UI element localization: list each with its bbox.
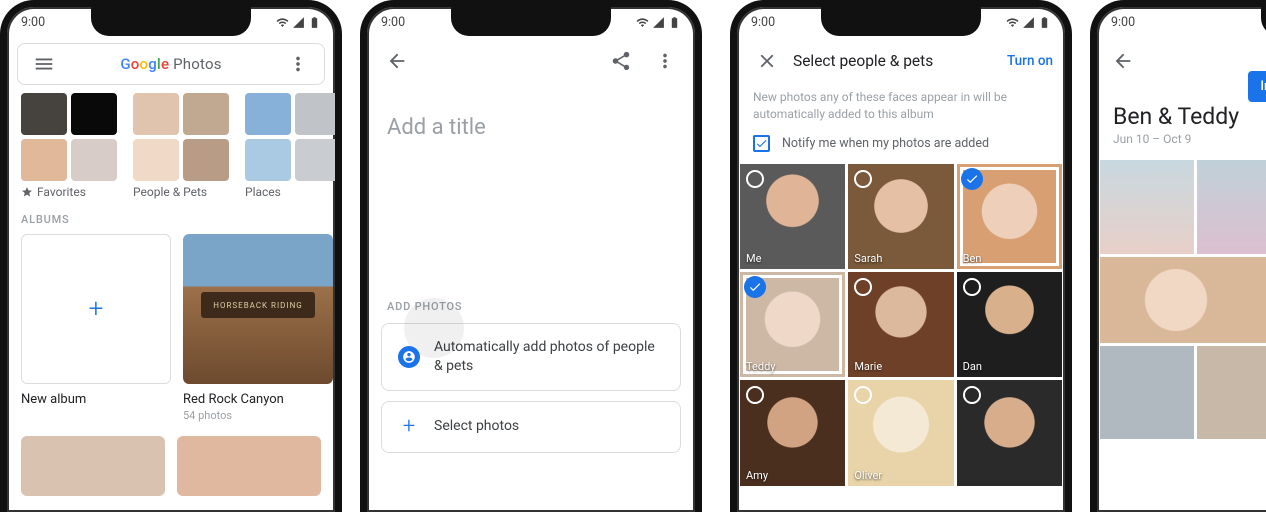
select-ring-icon [854,170,872,188]
status-icons [636,16,681,29]
face-tile-marie[interactable]: Marie [848,272,953,377]
status-time: 9:00 [751,15,775,30]
face-name: Marie [854,360,882,373]
album-subtitle: 54 photos [183,409,333,422]
category-people-pets[interactable]: People & Pets [133,93,229,199]
face-tile-teddy[interactable]: Teddy [740,272,845,377]
phone-google-photos-home: 9:00 Google Photos Favorites People & Pe… [0,0,342,512]
face-tile-sarah[interactable]: Sarah [848,164,953,269]
select-ring-icon [963,386,981,404]
checkbox-label: Notify me when my photos are added [782,136,989,151]
turn-on-button[interactable]: Turn on [1007,53,1053,69]
checkbox-checked-icon[interactable] [753,135,770,152]
status-time: 9:00 [1111,15,1135,30]
select-ring-icon [746,170,764,188]
status-icons [1006,16,1051,29]
select-ring-icon [963,278,981,296]
search-bar[interactable]: Google Photos [17,43,325,85]
app-logo: Google Photos [70,55,272,73]
face-name: Teddy [746,360,775,373]
notch [91,6,251,36]
face-name: Dan [963,360,982,373]
photo-sign: HORSEBACK RIDING [201,292,315,318]
face-name: Oliver [854,469,882,482]
more-icon[interactable] [280,46,316,82]
menu-icon[interactable] [26,46,62,82]
face-tile[interactable] [957,380,1062,485]
select-ring-icon [854,386,872,404]
status-icons [276,16,321,29]
album-tile[interactable]: HORSEBACK RIDING Red Rock Canyon 54 phot… [183,234,333,422]
phone-select-people: 9:00 Select people & pets Turn on New ph… [730,0,1072,512]
album-tile[interactable] [21,436,165,496]
option-label: Select photos [434,417,519,436]
albums-header: ALBUMS [7,199,335,234]
close-icon[interactable] [749,43,785,79]
album-title: Ben & Teddy [1097,79,1266,132]
photo-tile[interactable] [1197,160,1266,254]
face-grid: Me Sarah Ben Teddy Marie Dan Amy Oliver [737,164,1065,486]
face-tile-amy[interactable]: Amy [740,380,845,485]
photo-tile[interactable] [1100,160,1194,254]
category-favorites[interactable]: Favorites [21,93,117,199]
status-bar: 9:00 [1097,7,1266,37]
select-ring-icon [854,278,872,296]
photo-tile[interactable] [1100,346,1194,440]
album-title-input[interactable]: Add a title [367,85,695,140]
face-tile-dan[interactable]: Dan [957,272,1062,377]
invite-button[interactable]: Invi [1248,71,1266,102]
face-name: Amy [746,469,768,482]
plus-icon: + [398,416,420,438]
face-name: Sarah [854,252,882,265]
photo-tile[interactable] [1100,257,1266,343]
share-icon[interactable] [603,43,639,79]
album-tile[interactable] [177,436,321,496]
album-date-range: Jun 10 – Oct 9 [1097,132,1266,160]
phone-album-view: 9:00 Invi Ben & Teddy Jun 10 – Oct 9 [1090,0,1266,512]
face-tile-oliver[interactable]: Oliver [848,380,953,485]
checkmark-icon [961,168,983,190]
option-label: Automatically add photos of people & pet… [434,338,664,376]
star-icon [21,186,33,198]
more-icon[interactable] [647,43,683,79]
checkmark-icon [744,276,766,298]
notify-checkbox-row[interactable]: Notify me when my photos are added [737,135,1065,164]
new-album-tile[interactable]: + New album [21,234,171,422]
album-title: Red Rock Canyon [183,392,333,407]
status-time: 9:00 [21,15,45,30]
photo-tile[interactable] [1197,346,1266,440]
face-tile-ben[interactable]: Ben [957,164,1062,269]
status-time: 9:00 [381,15,405,30]
option-select-photos[interactable]: + Select photos [381,401,681,453]
description-text: New photos any of these faces appear in … [737,79,1065,135]
plus-icon: + [89,294,104,324]
notch [451,6,611,36]
face-name: Me [746,252,761,265]
notch [821,6,981,36]
screen-title: Select people & pets [793,52,999,70]
photo-grid [1097,160,1266,439]
phone-create-album: 9:00 Add a title ADD PHOTOS Automaticall… [360,0,702,512]
face-name: Ben [963,252,982,265]
select-ring-icon [746,386,764,404]
category-label: People & Pets [133,185,207,199]
album-title: New album [21,392,171,407]
back-icon[interactable] [1105,43,1141,79]
face-tile-me[interactable]: Me [740,164,845,269]
face-icon [398,346,420,368]
category-scroller[interactable]: Favorites People & Pets Places [7,93,335,199]
category-places[interactable]: Places [245,93,335,199]
category-label: Places [245,185,281,199]
back-icon[interactable] [379,43,415,79]
option-auto-add[interactable]: Automatically add photos of people & pet… [381,323,681,391]
category-label: Favorites [37,185,86,199]
